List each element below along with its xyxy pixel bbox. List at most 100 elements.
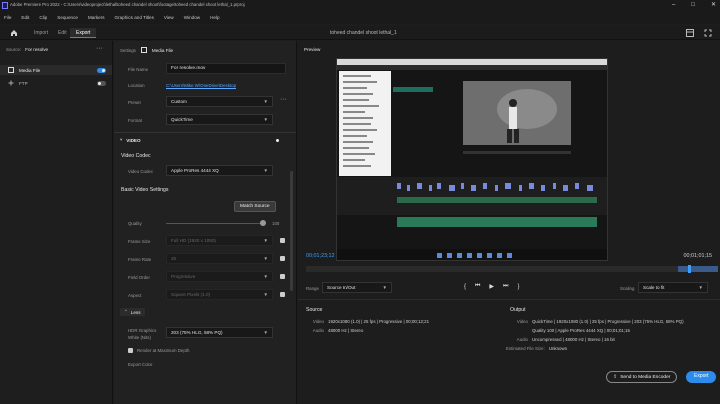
file-icon	[8, 67, 14, 73]
chevron-down-icon: ▼	[263, 238, 268, 243]
in-out-range[interactable]	[678, 266, 718, 272]
media-file-label: Media File	[19, 67, 41, 73]
menu-edit[interactable]: Edit	[21, 15, 29, 20]
app-icon	[2, 2, 8, 9]
playhead[interactable]	[688, 265, 691, 273]
quality-slider[interactable]	[166, 223, 262, 224]
step-back-icon[interactable]: ⏮	[475, 283, 480, 290]
settings-panel: Settings Media File File Name For resolv…	[114, 41, 297, 404]
menu-help[interactable]: Help	[210, 15, 219, 20]
render-max-depth-checkbox[interactable]	[128, 348, 133, 353]
range-label: Range	[306, 286, 319, 291]
ftp-toggle[interactable]	[97, 80, 106, 86]
maximize-button[interactable]: □	[691, 2, 695, 8]
ftp-icon	[8, 80, 14, 86]
file-icon	[140, 47, 147, 53]
fullscreen-icon[interactable]	[704, 29, 712, 37]
timecode-in: 00;01;23;12	[306, 253, 335, 259]
chevron-down-icon: ▼	[263, 168, 268, 173]
preview-panel: Preview 00;01;23;12 00;01;01;15 Range So…	[298, 41, 720, 404]
set-out-icon[interactable]: }	[517, 284, 519, 290]
send-to-media-encoder-button[interactable]: ⇪ Send to Media Encoder	[606, 371, 678, 383]
minimize-button[interactable]: –	[672, 2, 675, 8]
less-button[interactable]: ⌃ Less	[120, 308, 145, 316]
home-icon[interactable]	[10, 29, 18, 37]
source-summary-heading: Source	[306, 307, 323, 313]
top-right-icons	[686, 29, 712, 37]
hdr-dropdown[interactable]: 203 (75% HLG, 58% PQ) ▼	[166, 327, 273, 338]
scaling-label: Scaling	[620, 286, 635, 291]
frame-size-dropdown[interactable]: Full HD (1920 x 1080) ▼	[166, 235, 273, 246]
frame-rate-dropdown[interactable]: 25 ▼	[166, 253, 273, 264]
field-order-label: Field Order	[128, 275, 150, 280]
menu-sequence[interactable]: Sequence	[57, 15, 78, 20]
menu-clip[interactable]: Clip	[39, 15, 47, 20]
scaling-dropdown[interactable]: Scale to fit ▼	[638, 282, 708, 293]
settings-header: Settings	[120, 47, 136, 53]
destination-media-file[interactable]: Media File	[0, 65, 112, 75]
source-label: Source:	[6, 47, 22, 52]
source-summary: Video 1920x1080 (1.0) | 25 fps | Progress…	[312, 319, 430, 333]
preview-frame	[336, 58, 608, 261]
divider	[298, 299, 720, 300]
window-title: Adobe Premiere Pro 2022 - C:\Users\video…	[10, 2, 245, 7]
file-name-label: File Name	[128, 67, 149, 72]
menu-markers[interactable]: Markers	[88, 15, 105, 20]
frame-rate-label: Frame Rate	[128, 257, 152, 262]
range-dropdown[interactable]: Source In/Out ▼	[322, 282, 392, 293]
title-bar: Adobe Premiere Pro 2022 - C:\Users\video…	[0, 0, 720, 12]
media-file-toggle[interactable]	[97, 67, 106, 73]
menu-graphics[interactable]: Graphics and Titles	[115, 15, 154, 20]
ftp-label: FTP	[19, 80, 28, 86]
tab-export[interactable]: Export	[70, 28, 97, 38]
window-controls: – □ ✕	[672, 1, 716, 9]
file-name-input[interactable]: For resolve.mov	[166, 63, 286, 74]
aspect-label: Aspect	[128, 293, 142, 298]
preview-header: Preview	[304, 47, 321, 52]
tab-import[interactable]: Import	[28, 28, 54, 38]
output-summary-heading: Output	[510, 307, 526, 313]
chevron-down-icon: ▼	[263, 292, 268, 297]
step-forward-icon[interactable]: ⏭	[503, 283, 508, 290]
aspect-dropdown[interactable]: Square Pixels (1.0) ▼	[166, 289, 273, 300]
chevron-down-icon: ▼	[263, 274, 268, 279]
chevron-down-icon: ▼	[263, 117, 268, 122]
set-in-icon[interactable]: {	[464, 284, 466, 290]
preset-dropdown[interactable]: Custom ▼	[166, 96, 273, 107]
hdr-label: HDR Graphics White (Nits)	[128, 328, 157, 340]
preview-scrubber[interactable]	[306, 265, 718, 273]
preset-label: Preset	[128, 100, 141, 105]
chevron-down-icon[interactable]: ▾	[120, 137, 122, 143]
settings-target: Media File	[151, 47, 174, 53]
location-label: Location	[128, 83, 145, 88]
frame-rate-checkbox[interactable]	[280, 256, 285, 261]
workspaces-icon[interactable]	[686, 29, 694, 37]
settings-scrollbar[interactable]	[290, 171, 293, 291]
aspect-checkbox[interactable]	[280, 292, 285, 297]
format-dropdown[interactable]: QuickTime ▼	[166, 114, 273, 125]
match-source-button[interactable]: Match Source	[234, 201, 276, 212]
frame-size-checkbox[interactable]	[280, 238, 285, 243]
video-codec-dropdown[interactable]: Apple ProRes 4444 XQ ▼	[166, 165, 273, 176]
menu-file[interactable]: File	[4, 15, 11, 20]
export-button[interactable]: Export	[686, 371, 717, 383]
output-summary: Video QuickTime | 1920x1080 (1.0) | 25 fp…	[506, 319, 684, 351]
menu-window[interactable]: Window	[184, 15, 200, 20]
chevron-down-icon: ▼	[263, 99, 268, 104]
field-order-checkbox[interactable]	[280, 274, 285, 279]
close-button[interactable]: ✕	[711, 1, 716, 8]
field-order-dropdown[interactable]: Progressive ▼	[166, 271, 273, 282]
export-arrow-icon: ⇪	[613, 374, 618, 380]
quality-slider-thumb[interactable]	[260, 220, 266, 226]
source-value: For resolve	[25, 47, 49, 52]
basic-settings-heading: Basic Video Settings	[121, 187, 169, 193]
play-icon[interactable]: ▶	[489, 283, 494, 290]
menu-view[interactable]: View	[164, 15, 174, 20]
video-section-title: VIDEO	[126, 137, 141, 143]
chevron-down-icon: ▼	[382, 285, 387, 290]
preset-more-icon[interactable]: ···	[280, 96, 287, 103]
more-options-icon[interactable]: ···	[96, 45, 103, 52]
format-label: Format	[128, 118, 142, 123]
destination-ftp[interactable]: FTP	[0, 78, 112, 88]
location-link[interactable]: C:\Users\Mike W\OneDrive\Desktop	[166, 83, 236, 88]
